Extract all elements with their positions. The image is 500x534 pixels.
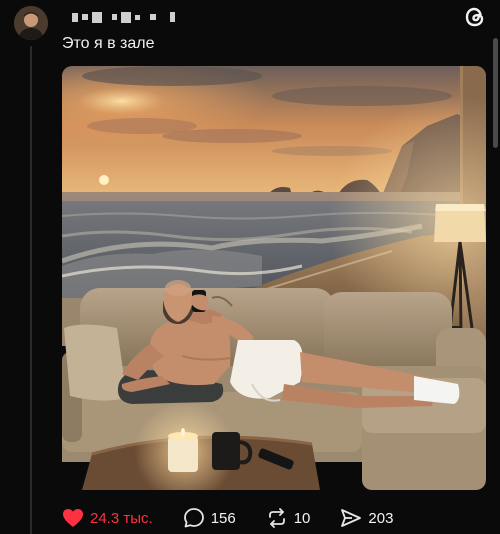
comment-bubble-icon (183, 508, 204, 528)
post-text: Это я в зале (62, 35, 155, 52)
repost-button[interactable]: 10 (266, 507, 311, 529)
avatar[interactable] (14, 6, 48, 40)
scrollbar[interactable] (493, 38, 498, 148)
like-button[interactable]: 24.3 тыс. (62, 508, 153, 528)
send-icon (341, 509, 362, 527)
post-image[interactable] (62, 66, 486, 490)
threads-icon[interactable] (462, 4, 488, 30)
reply-button[interactable]: 156 (183, 507, 236, 529)
heart-filled-icon (63, 509, 83, 527)
replies-count: 156 (210, 509, 236, 527)
shares-count: 203 (368, 509, 394, 527)
reposts-count: 10 (293, 509, 311, 527)
likes-count: 24.3 тыс. (90, 509, 153, 527)
repost-icon (268, 508, 285, 528)
thread-line (30, 46, 32, 534)
username-redacted[interactable] (72, 9, 175, 25)
share-button[interactable]: 203 (340, 507, 393, 529)
post-actions: 24.3 тыс. 156 10 203 (62, 506, 423, 530)
